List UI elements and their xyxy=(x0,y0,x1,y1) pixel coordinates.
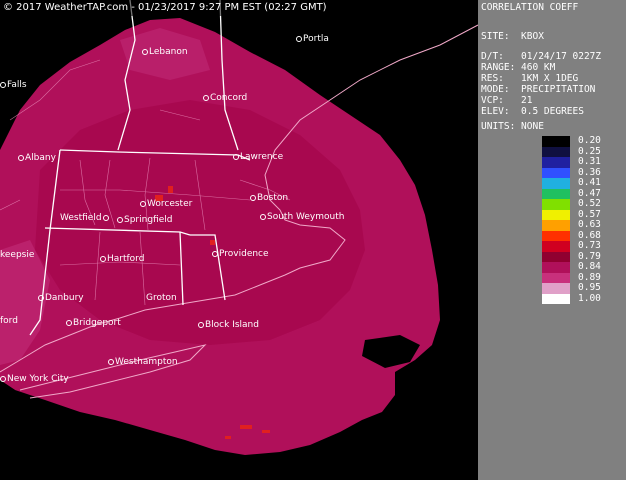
color-scale xyxy=(542,136,570,304)
city-hartford: Hartford xyxy=(100,254,144,264)
scale-label: 0.57 xyxy=(578,208,601,220)
city-dot-icon xyxy=(100,255,106,262)
scale-swatch xyxy=(542,241,570,252)
scale-label: 0.52 xyxy=(578,198,601,209)
scale-label: 1.00 xyxy=(578,292,601,304)
city-bridgeport: Bridgeport xyxy=(66,318,121,328)
city-worcester: Worcester xyxy=(140,199,192,209)
scale-swatch xyxy=(542,272,570,283)
city-dot-icon xyxy=(108,358,114,365)
mode-line: MODE: PRECIPITATION xyxy=(481,84,596,95)
scale-label: 0.47 xyxy=(578,187,601,199)
scale-swatch xyxy=(542,230,570,241)
scale-label: 0.89 xyxy=(578,271,601,283)
city-danbury: Danbury xyxy=(38,293,84,303)
city-dot-icon xyxy=(0,81,6,88)
city-westhampton: Westhampton xyxy=(108,357,178,367)
city-dot-icon xyxy=(203,94,209,101)
scale-swatch xyxy=(542,199,570,210)
scale-label: 0.79 xyxy=(578,250,601,262)
elevation-line: ELEV: 0.5 DEGREES xyxy=(481,106,584,117)
radar-image xyxy=(0,0,478,455)
scale-swatch xyxy=(542,220,570,231)
city-falls: Falls xyxy=(0,80,27,90)
scale-swatch xyxy=(542,262,570,273)
city-boston: Boston xyxy=(250,193,288,203)
scale-swatch xyxy=(542,146,570,157)
city-portland: Portla xyxy=(296,34,329,44)
city-ford: ford xyxy=(0,316,18,326)
city-south-weymouth: South Weymouth xyxy=(260,212,344,222)
scale-label: 0.20 xyxy=(578,135,601,146)
city-dot-icon xyxy=(142,48,148,55)
city-albany: Albany xyxy=(18,153,56,163)
resolution-line: RES: 1KM X 1DEG xyxy=(481,73,579,84)
city-dot-icon xyxy=(260,213,266,220)
timestamp-banner: © 2017 WeatherTAP.com - 01/23/2017 9:27 … xyxy=(0,0,330,16)
units-line: UNITS: NONE xyxy=(481,121,544,132)
scale-label: 0.31 xyxy=(578,156,601,167)
city-concord: Concord xyxy=(203,93,247,103)
scale-swatch xyxy=(542,188,570,199)
city-westfield: Westfield xyxy=(60,213,110,223)
city-lebanon: Lebanon xyxy=(142,47,188,57)
scale-swatch xyxy=(542,283,570,294)
city-dot-icon xyxy=(198,321,204,328)
scale-swatch xyxy=(542,293,570,304)
city-providence: Providence xyxy=(212,249,269,259)
city-block-island: Block Island xyxy=(198,320,259,330)
range-line: RANGE: 460 KM xyxy=(481,62,556,73)
city-dot-icon xyxy=(233,153,239,160)
city-dot-icon xyxy=(296,35,302,42)
city-dot-icon xyxy=(212,250,218,257)
city-dot-icon xyxy=(66,319,72,326)
scale-label: 0.63 xyxy=(578,219,601,230)
scale-label: 0.68 xyxy=(578,229,601,241)
scale-swatch xyxy=(542,136,570,147)
city-springfield: Springfield xyxy=(117,215,172,225)
scale-swatch xyxy=(542,157,570,168)
scale-swatch xyxy=(542,178,570,189)
city-lawrence: Lawrence xyxy=(233,152,283,162)
vcp-line: VCP: 21 xyxy=(481,95,533,106)
scale-swatch xyxy=(542,251,570,262)
city-dot-icon xyxy=(18,154,24,161)
site-line: SITE: KBOX xyxy=(481,31,544,42)
city-dot-icon xyxy=(117,216,123,223)
city-dot-icon xyxy=(102,214,109,221)
city-dot-icon xyxy=(140,200,146,207)
scale-label: 0.73 xyxy=(578,240,601,251)
city-dot-icon xyxy=(38,294,44,301)
scale-swatch xyxy=(542,209,570,220)
scale-label: 0.84 xyxy=(578,261,601,272)
radar-map[interactable]: Lebanon Portla Falls Concord Albany Lawr… xyxy=(0,0,478,480)
city-new-york: New York City xyxy=(0,374,69,384)
scale-label: 0.36 xyxy=(578,166,601,178)
datetime-line: D/T: 01/24/17 0227Z xyxy=(481,51,602,62)
city-groton: Groton xyxy=(146,293,177,303)
city-poughkeepsie: keepsie xyxy=(0,250,35,260)
scale-label: 0.41 xyxy=(578,177,601,188)
city-dot-icon xyxy=(250,194,256,201)
scale-label: 0.95 xyxy=(578,282,601,293)
product-title: CORRELATION COEFF xyxy=(481,2,579,13)
scale-label: 0.25 xyxy=(578,145,601,157)
scale-swatch xyxy=(542,167,570,178)
city-dot-icon xyxy=(0,375,6,382)
